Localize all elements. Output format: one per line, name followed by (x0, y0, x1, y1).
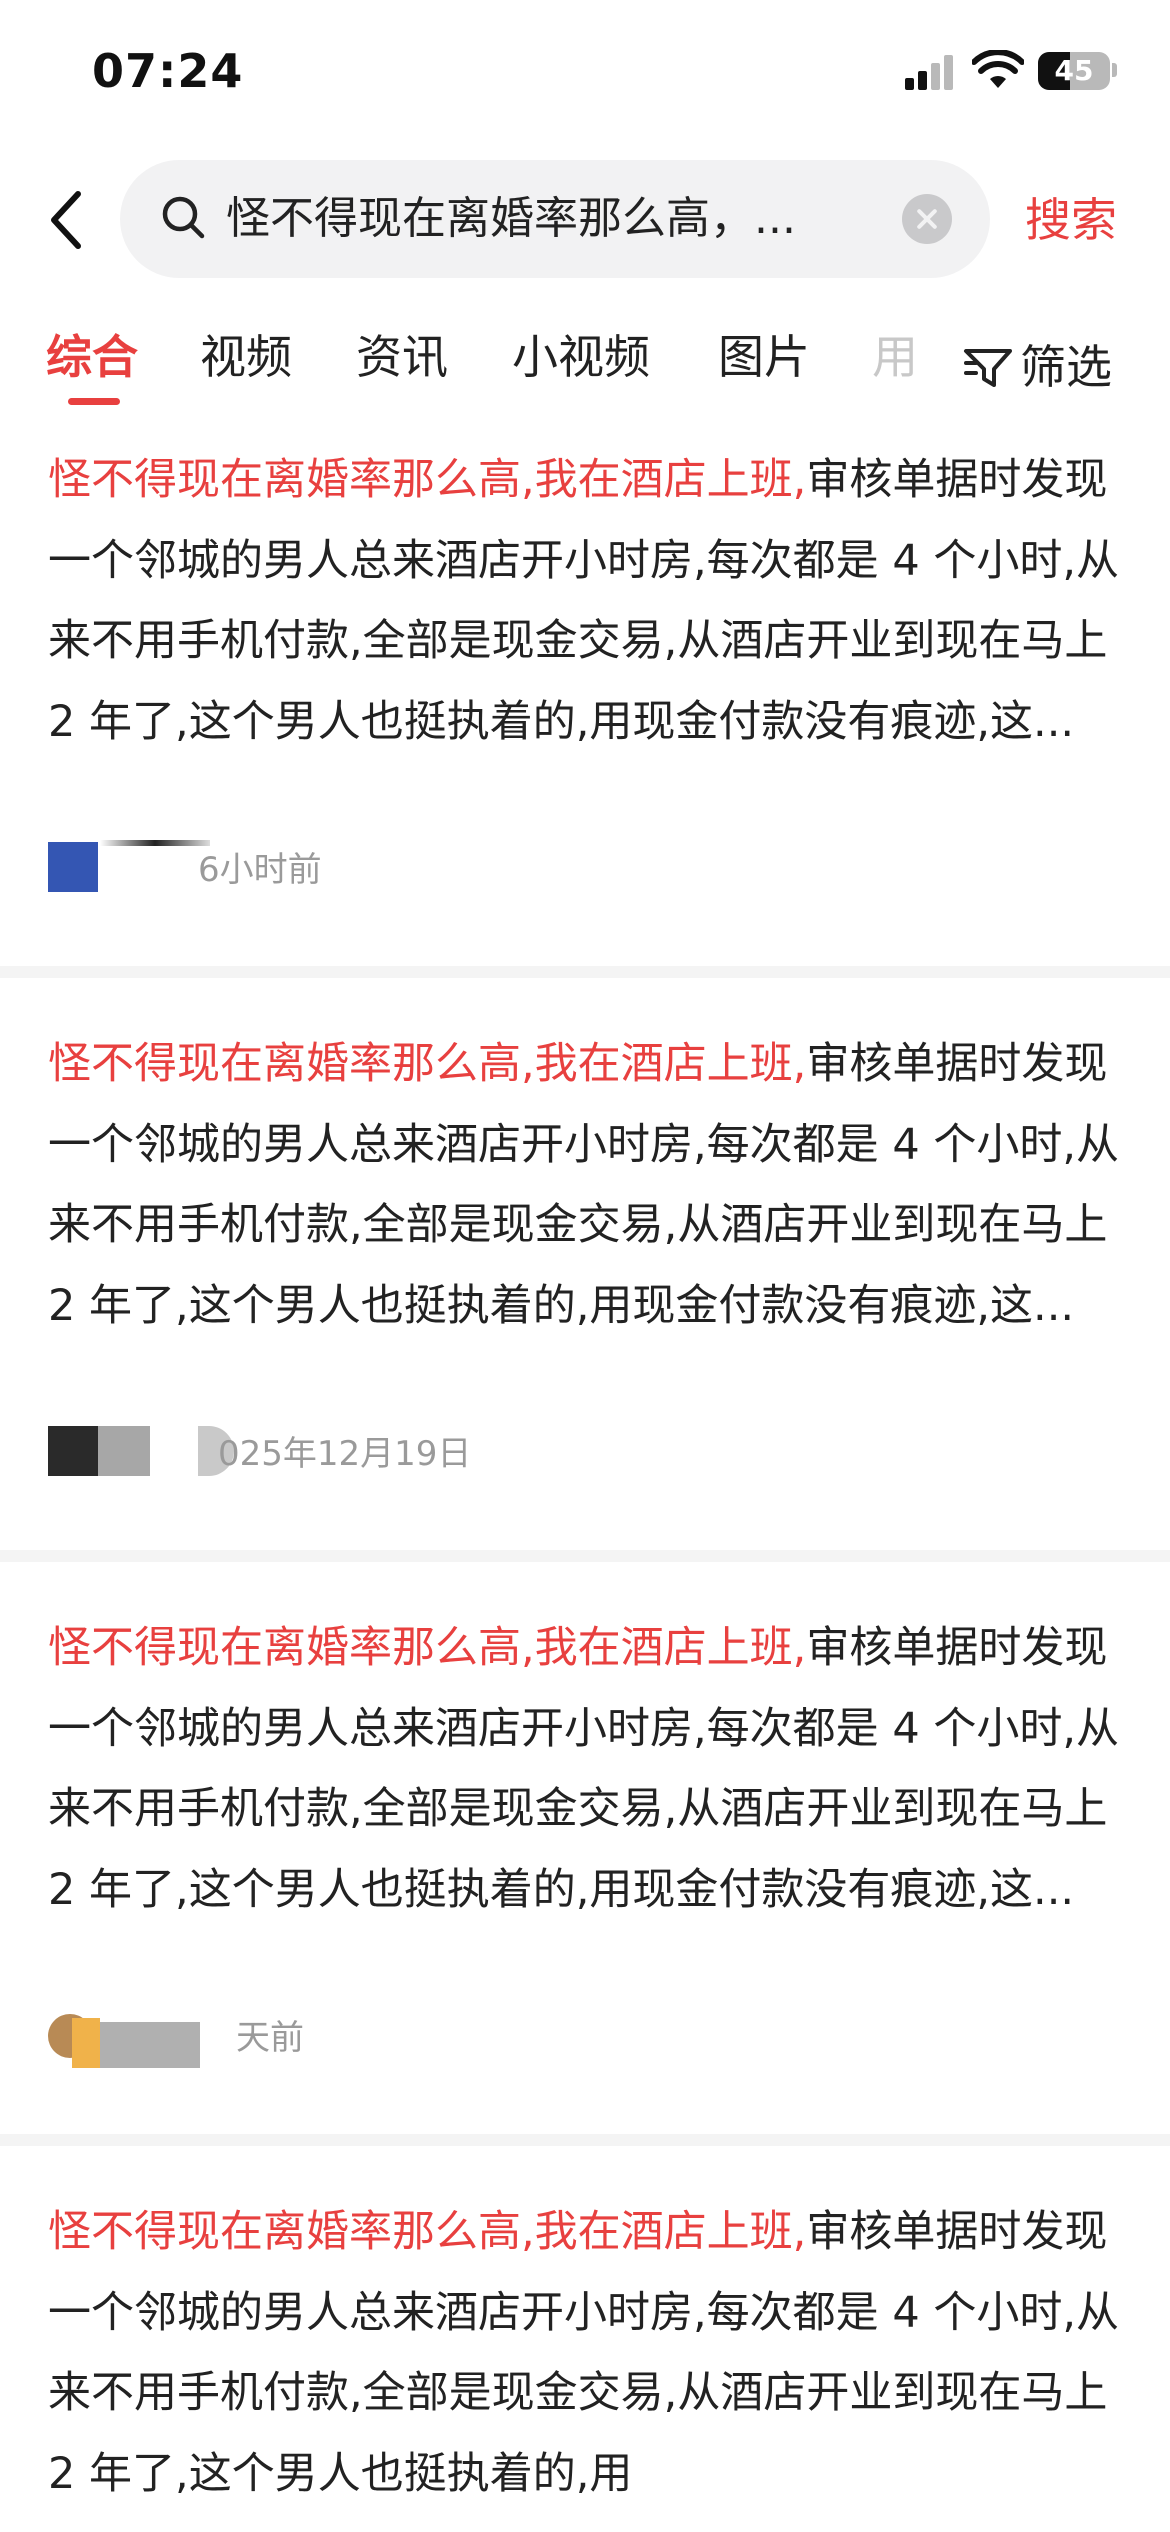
tab-short-video[interactable]: 小视频 (512, 322, 650, 392)
result-item[interactable]: 怪不得现在离婚率那么高,我在酒店上班,审核单据时发现一个邻城的男人总来酒店开小时… (0, 2192, 1170, 2532)
back-icon[interactable] (40, 180, 100, 260)
divider (0, 2134, 1170, 2146)
result-item[interactable]: 怪不得现在离婚率那么高,我在酒店上班,审核单据时发现一个邻城的男人总来酒店开小时… (0, 1024, 1170, 1544)
search-query[interactable]: 怪不得现在离婚率那么高，... (226, 160, 876, 278)
battery-icon: 45 (1038, 52, 1110, 90)
result-meta: 6小时前 (48, 840, 748, 900)
divider (0, 1550, 1170, 1562)
result-text: 怪不得现在离婚率那么高,我在酒店上班,审核单据时发现一个邻城的男人总来酒店开小时… (48, 440, 1128, 762)
clear-icon[interactable] (902, 194, 952, 244)
tab-comprehensive[interactable]: 综合 (46, 322, 138, 392)
source-avatar (48, 842, 98, 892)
tab-video[interactable]: 视频 (200, 322, 292, 392)
result-meta: 025年12月19日 (48, 1424, 748, 1484)
signal-icon (905, 54, 957, 90)
result-text: 怪不得现在离婚率那么高,我在酒店上班,审核单据时发现一个邻城的男人总来酒店开小时… (48, 2192, 1128, 2514)
result-time: 天前 (236, 2018, 304, 2058)
result-highlight: 怪不得现在离婚率那么高,我在酒店上班, (48, 1623, 807, 1673)
filter-button[interactable]: 筛选 (958, 332, 1112, 402)
result-time: 025年12月19日 (218, 1434, 472, 1474)
result-highlight: 怪不得现在离婚率那么高,我在酒店上班, (48, 2207, 807, 2257)
tab-news[interactable]: 资讯 (356, 322, 448, 392)
search-icon (162, 196, 205, 239)
result-text: 怪不得现在离婚率那么高,我在酒店上班,审核单据时发现一个邻城的男人总来酒店开小时… (48, 1024, 1128, 1346)
battery-tip (1112, 63, 1117, 77)
tab-images[interactable]: 图片 (718, 322, 810, 392)
source-name-redacted (98, 1426, 150, 1476)
status-bar: 07:24 45 (0, 0, 1170, 150)
tab-users[interactable]: 用 (872, 322, 918, 392)
result-item[interactable]: 怪不得现在离婚率那么高,我在酒店上班,审核单据时发现一个邻城的男人总来酒店开小时… (0, 440, 1170, 960)
battery-percent: 45 (1054, 54, 1094, 87)
result-text: 怪不得现在离婚率那么高,我在酒店上班,审核单据时发现一个邻城的男人总来酒店开小时… (48, 1608, 1128, 1930)
status-time: 07:24 (92, 44, 244, 98)
result-highlight: 怪不得现在离婚率那么高,我在酒店上班, (48, 1039, 807, 1089)
filter-icon (964, 349, 1012, 387)
source-avatar (48, 1426, 98, 1476)
result-time: 6小时前 (198, 850, 322, 890)
search-button[interactable]: 搜索 (1025, 180, 1117, 260)
search-input[interactable]: 怪不得现在离婚率那么高，... (120, 160, 990, 278)
result-highlight: 怪不得现在离婚率那么高,我在酒店上班, (48, 455, 807, 505)
source-name-redacted (100, 840, 210, 846)
result-item[interactable]: 怪不得现在离婚率那么高,我在酒店上班,审核单据时发现一个邻城的男人总来酒店开小时… (0, 1608, 1170, 2128)
source-avatar-badge (72, 2018, 100, 2068)
wifi-icon (972, 50, 1024, 88)
divider (0, 966, 1170, 978)
result-meta: 天前 (48, 2008, 748, 2068)
source-name-redacted (100, 2022, 200, 2068)
tab-bar: 综合 视频 资讯 小视频 图片 用 筛选 (0, 310, 1170, 410)
active-tab-indicator (68, 398, 120, 405)
filter-label: 筛选 (1020, 340, 1112, 394)
